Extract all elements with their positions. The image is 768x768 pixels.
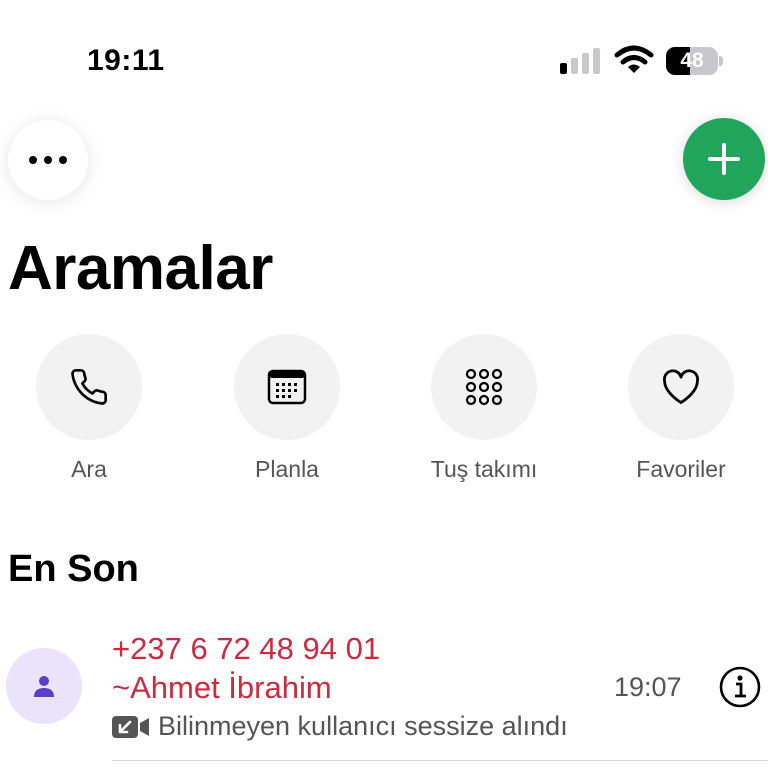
page-title: Aramalar [8, 234, 273, 303]
action-schedule-circle[interactable] [234, 334, 340, 440]
new-call-button[interactable] [683, 118, 765, 200]
action-favorites-circle[interactable] [628, 334, 734, 440]
action-keypad-label: Tuş takımı [430, 456, 538, 482]
incoming-video-call-icon [112, 715, 149, 738]
action-schedule-label: Planla [255, 456, 319, 482]
heart-icon [663, 369, 699, 404]
call-number: +237 6 72 48 94 01 [112, 631, 381, 666]
status-time: 19:11 [87, 44, 165, 77]
keypad-icon [465, 368, 503, 406]
battery-icon: 48 [666, 47, 724, 75]
info-icon [719, 666, 761, 708]
action-favorites[interactable]: Favoriler [601, 334, 761, 483]
person-icon [34, 676, 54, 697]
action-schedule[interactable]: Planla [207, 334, 367, 483]
action-call-circle[interactable] [36, 334, 142, 440]
action-call-label: Ara [71, 456, 107, 482]
call-info-button[interactable] [719, 666, 761, 708]
plus-icon [708, 143, 740, 175]
list-divider [112, 760, 768, 761]
wifi-icon [614, 45, 654, 75]
avatar [6, 648, 82, 724]
battery-percentage: 48 [680, 49, 704, 72]
call-contact-name: ~Ahmet İbrahim [112, 670, 332, 705]
section-title-recent: En Son [8, 548, 139, 590]
call-time: 19:07 [614, 672, 682, 702]
more-options-button[interactable] [8, 120, 88, 200]
calendar-icon [267, 369, 307, 405]
ellipsis-icon [29, 156, 67, 164]
action-keypad-circle[interactable] [431, 334, 537, 440]
action-favorites-label: Favoriler [636, 456, 726, 482]
call-status-text: Bilinmeyen kullanıcı sessize alındı [158, 711, 568, 741]
action-keypad[interactable]: Tuş takımı [404, 334, 564, 483]
call-status: Bilinmeyen kullanıcı sessize alındı [112, 711, 568, 742]
signal-icon [560, 48, 602, 74]
action-call[interactable]: Ara [9, 334, 169, 483]
phone-icon [71, 368, 108, 405]
